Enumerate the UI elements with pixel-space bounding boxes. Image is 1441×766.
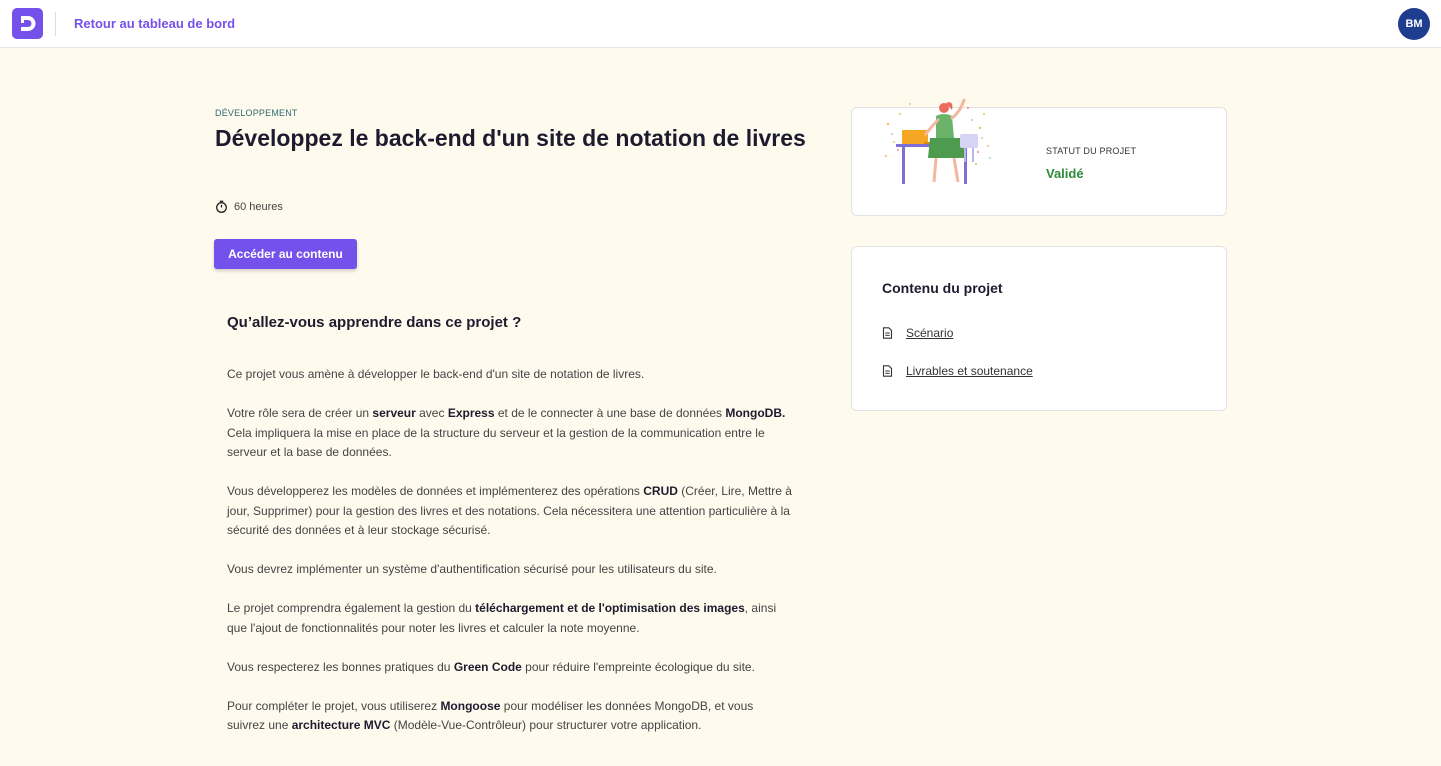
description-text: (Modèle-Vue-Contrôleur) pour structurer …	[390, 718, 702, 732]
description-paragraph: Vous devrez implémenter un système d'aut…	[227, 560, 792, 580]
description-paragraph: Votre rôle sera de créer un serveur avec…	[227, 404, 792, 463]
project-description: Ce projet vous amène à développer le bac…	[227, 365, 792, 755]
description-bold-text: Express	[447, 406, 495, 420]
logo[interactable]	[12, 8, 43, 39]
description-bold-text: Mongoose	[440, 698, 501, 713]
access-content-button[interactable]: Accéder au contenu	[214, 239, 357, 269]
status-label: STATUT DU PROJET	[1046, 146, 1137, 156]
description-text: Votre rôle sera de créer un	[227, 406, 373, 420]
person-at-desk-illustration	[884, 98, 991, 184]
project-status-card: STATUT DU PROJET Validé	[851, 98, 1227, 216]
description-paragraph: Vous respecterez les bonnes pratiques du…	[227, 658, 792, 678]
content-card-title: Contenu du projet	[882, 280, 1003, 296]
project-content-card: Contenu du projet Scénario Livrables et …	[851, 246, 1227, 411]
description-paragraph: Ce projet vous amène à développer le bac…	[227, 365, 792, 385]
content-item-label[interactable]: Livrables et soutenance	[906, 364, 1033, 378]
project-duration: 60 heures	[215, 200, 283, 213]
description-bold-text: Green Code	[453, 659, 522, 674]
description-paragraph: Vous développerez les modèles de données…	[227, 482, 792, 541]
description-bold-text: MongoDB.	[725, 406, 786, 420]
duration-text: 60 heures	[234, 200, 283, 213]
status-value: Validé	[1046, 166, 1084, 181]
description-text: Pour compléter le projet, vous utilisere…	[227, 698, 441, 713]
back-to-dashboard-link[interactable]: Retour au tableau de bord	[74, 16, 235, 31]
top-header: Retour au tableau de bord BM	[0, 0, 1441, 48]
description-bold-text: CRUD	[643, 484, 678, 498]
description-text: Ce projet vous amène à développer le bac…	[227, 367, 645, 381]
description-bold-text: serveur	[372, 406, 416, 420]
document-icon	[882, 365, 893, 377]
description-text: Vous respecterez les bonnes pratiques du	[227, 659, 454, 674]
page-title: Développez le back-end d'un site de nota…	[215, 125, 806, 151]
document-icon	[882, 327, 893, 339]
content-item-livrables[interactable]: Livrables et soutenance	[882, 364, 1033, 378]
description-text: Cela impliquera la mise en place de la s…	[227, 425, 765, 460]
description-text: avec	[415, 406, 448, 420]
content-item-label[interactable]: Scénario	[906, 326, 953, 340]
logo-icon	[21, 16, 36, 31]
content-item-scenario[interactable]: Scénario	[882, 326, 953, 340]
avatar[interactable]: BM	[1398, 8, 1430, 40]
description-paragraph: Le projet comprendra également la gestio…	[227, 599, 792, 638]
description-paragraph: Pour compléter le projet, vous utilisere…	[227, 697, 792, 736]
description-text: Vous développerez les modèles de données…	[227, 484, 644, 498]
project-category: DÉVELOPPEMENT	[215, 108, 298, 118]
description-text: Vous devrez implémenter un système d'aut…	[227, 562, 717, 576]
description-text: Le projet comprendra également la gestio…	[227, 601, 476, 615]
header-divider	[55, 12, 56, 36]
description-bold-text: téléchargement et de l'optimisation des …	[475, 601, 745, 615]
description-text: pour réduire l'empreinte écologique du s…	[521, 659, 755, 674]
description-bold-text: architecture MVC	[291, 718, 391, 732]
description-text: et de le connecter à une base de données	[494, 406, 726, 420]
learn-heading: Qu’allez-vous apprendre dans ce projet ?	[227, 314, 522, 331]
stopwatch-icon	[216, 200, 227, 213]
